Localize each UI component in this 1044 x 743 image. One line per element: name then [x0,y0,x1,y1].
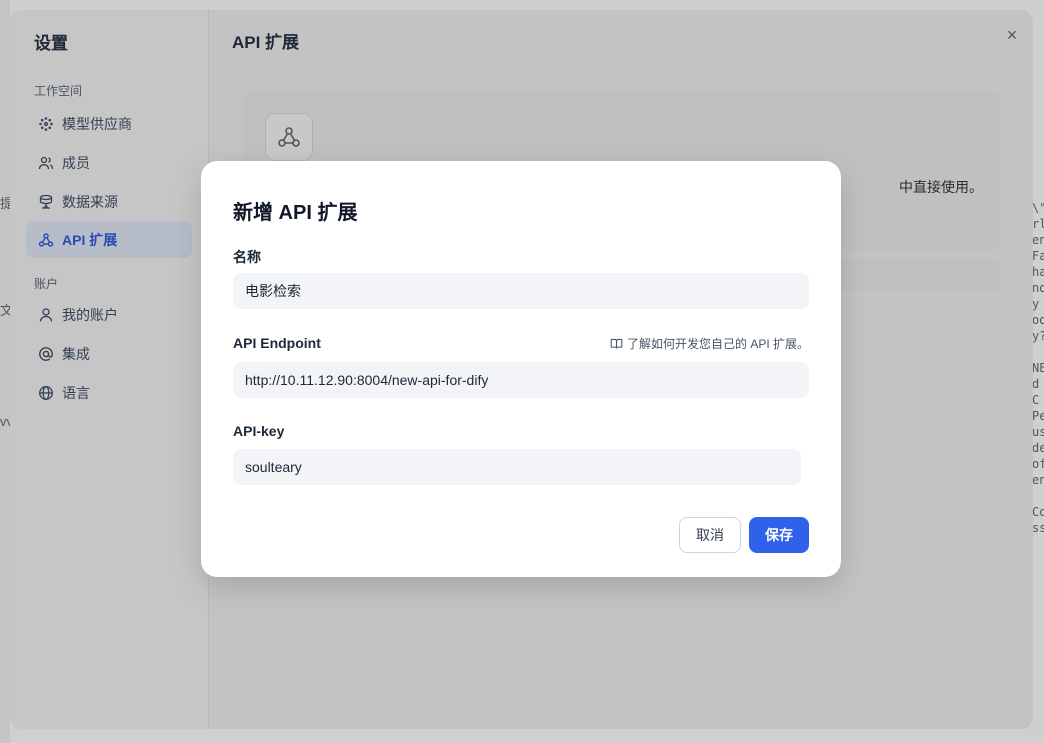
api-docs-link-text: 了解如何开发您自己的 API 扩展。 [626,337,809,351]
section-label-workspace: 工作空间 [34,84,83,98]
sidebar-item-api-extension[interactable]: API 扩展 [26,221,192,258]
save-button[interactable]: 保存 [749,517,809,553]
modal-title: 新增 API 扩展 [233,202,358,224]
sidebar-item-label: 数据来源 [62,193,118,210]
sidebar-item-label: 语言 [62,384,90,401]
add-api-extension-modal: 新增 API 扩展 名称 API Endpoint 了解如何开发您自己的 API… [201,161,841,577]
sidebar-item-label: 集成 [62,345,90,362]
settings-sidebar: 设置 工作空间 模型供应商 成员 数据来源 API 扩展 账户 我的账户 集成 … [10,10,209,729]
sidebar-item-data-source[interactable]: 数据来源 [26,183,192,220]
sidebar-item-language[interactable]: 语言 [26,374,192,411]
at-icon [38,346,54,362]
data-source-icon [38,194,54,210]
settings-title: 设置 [34,34,68,53]
user-icon [38,307,54,323]
api-docs-link[interactable]: 了解如何开发您自己的 API 扩展。 [610,335,809,352]
background-right-text: \" rl en Fa ha nd y od y? NE d C Pe us d… [1032,201,1044,535]
globe-icon [38,385,54,401]
sidebar-item-my-account[interactable]: 我的账户 [26,296,192,333]
sidebar-item-members[interactable]: 成员 [26,144,192,181]
webhook-icon [265,113,313,161]
sidebar-item-model-provider[interactable]: 模型供应商 [26,105,192,142]
name-input[interactable] [233,273,809,309]
apikey-input[interactable] [233,449,801,485]
model-provider-icon [38,116,54,132]
endpoint-label: API Endpoint [233,335,321,351]
members-icon [38,155,54,171]
cancel-button[interactable]: 取消 [679,517,741,553]
close-icon[interactable]: × [1003,26,1021,44]
page-title: API 扩展 [232,33,300,52]
background-left-column [0,0,10,743]
webhook-icon [38,232,54,248]
sidebar-item-label: API 扩展 [62,231,118,248]
endpoint-input[interactable] [233,362,809,398]
sidebar-item-integrations[interactable]: 集成 [26,335,192,372]
book-icon [610,338,623,349]
sidebar-item-label: 模型供应商 [62,115,132,132]
sidebar-item-label: 我的账户 [62,306,118,323]
name-label: 名称 [233,249,261,265]
sidebar-item-label: 成员 [62,154,90,171]
apikey-label: API-key [233,423,285,439]
section-label-account: 账户 [34,277,59,291]
card-description: 中直接使用。 [899,179,983,195]
